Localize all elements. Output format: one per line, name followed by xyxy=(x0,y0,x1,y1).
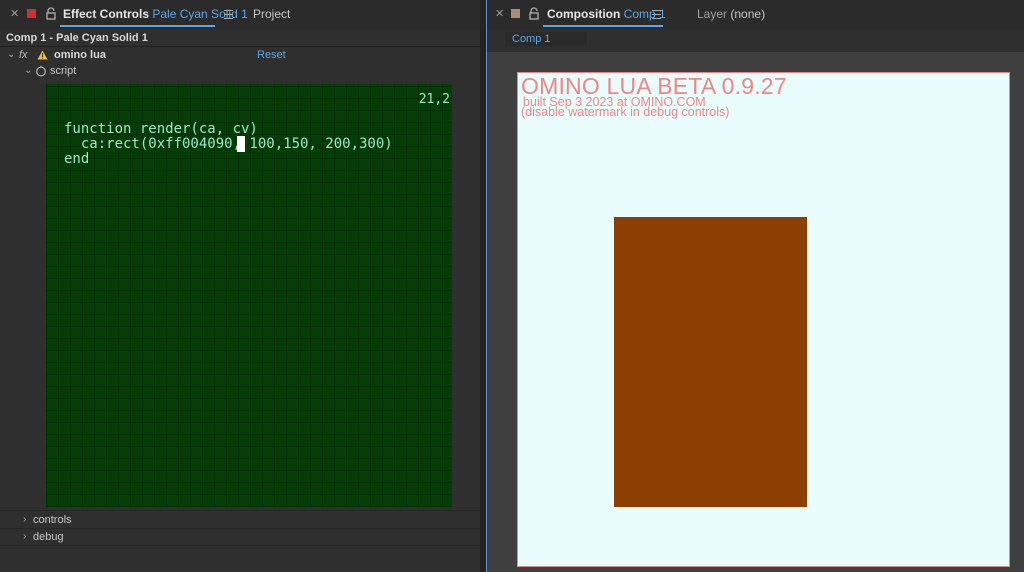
script-editor[interactable]: 21,2 function render(ca, cv) ca:rect(0xf… xyxy=(46,84,452,507)
text-caret xyxy=(237,136,245,152)
active-tab-indicator xyxy=(60,25,215,27)
script-row: ⌄ script xyxy=(0,63,480,79)
reset-button[interactable]: Reset xyxy=(257,47,286,63)
close-icon[interactable]: ✕ xyxy=(495,9,504,20)
breadcrumb: Comp 1 - Pale Cyan Solid 1 xyxy=(0,29,480,46)
tab-composition-title: Composition xyxy=(547,7,621,21)
panel-menu-icon[interactable] xyxy=(224,10,233,19)
composition-panel: ✕ Composition Comp 1 Layer (none) Comp 1… xyxy=(486,0,1024,572)
tab-layer-value: (none) xyxy=(730,7,766,21)
chevron-right-icon[interactable]: › xyxy=(23,529,26,545)
comp-color-swatch xyxy=(511,9,520,18)
tab-effect-controls[interactable]: Effect Controls Pale Cyan Solid 1 xyxy=(63,0,248,26)
close-icon[interactable]: ✕ xyxy=(10,9,19,20)
tab-layer-label: Layer xyxy=(697,7,728,21)
controls-label: controls xyxy=(33,514,72,526)
divider xyxy=(0,510,480,511)
composition-tabbar: ✕ Composition Comp 1 Layer (none) xyxy=(487,0,1024,29)
comp-navigator-tab[interactable]: Comp 1 xyxy=(505,32,587,46)
script-label: script xyxy=(50,65,77,77)
breadcrumb-text: Comp 1 - Pale Cyan Solid 1 xyxy=(6,32,148,44)
tab-effect-controls-subject: Pale Cyan Solid 1 xyxy=(152,7,248,21)
rendered-rectangle xyxy=(614,217,807,507)
tab-project-label: Project xyxy=(253,7,291,21)
debug-group[interactable]: › debug xyxy=(0,529,480,545)
debug-label: debug xyxy=(33,531,64,543)
warning-icon xyxy=(37,50,48,60)
effect-name: omino lua xyxy=(54,49,106,61)
tab-project[interactable]: Project xyxy=(253,0,290,26)
composition-viewer[interactable]: OMINO LUA BETA 0.9.27 built Sep 3 2023 a… xyxy=(487,52,1024,572)
stopwatch-icon[interactable] xyxy=(35,65,47,77)
tab-composition[interactable]: Composition Comp 1 xyxy=(547,0,666,26)
lock-icon[interactable] xyxy=(528,7,540,21)
lock-icon[interactable] xyxy=(45,7,57,21)
active-tab-indicator xyxy=(543,25,663,27)
chevron-right-icon[interactable]: › xyxy=(23,512,26,528)
controls-group[interactable]: › controls xyxy=(0,512,480,528)
composition-subtab-bar: Comp 1 xyxy=(487,29,1024,52)
divider xyxy=(0,545,480,546)
comp-canvas[interactable]: OMINO LUA BETA 0.9.27 built Sep 3 2023 a… xyxy=(517,72,1010,567)
effect-row-omino-lua: ⌄ fx omino lua Reset xyxy=(0,47,480,63)
panel-menu-icon[interactable] xyxy=(652,10,661,19)
cursor-position: 21,2 xyxy=(418,92,450,107)
tab-effect-controls-title: Effect Controls xyxy=(63,7,150,21)
chevron-down-icon[interactable]: ⌄ xyxy=(24,63,32,79)
effect-controls-panel: ✕ Effect Controls Pale Cyan Solid 1 Proj… xyxy=(0,0,480,572)
tab-layer[interactable]: Layer (none) xyxy=(697,0,765,26)
script-code[interactable]: function render(ca, cv) ca:rect(0xff0040… xyxy=(64,122,393,167)
effect-controls-tabbar: ✕ Effect Controls Pale Cyan Solid 1 Proj… xyxy=(0,0,480,29)
chevron-down-icon[interactable]: ⌄ xyxy=(7,47,15,63)
layer-color-swatch xyxy=(27,9,36,18)
fx-icon[interactable]: fx xyxy=(19,47,28,63)
watermark-hint: (disable watermark in debug controls) xyxy=(521,105,730,119)
